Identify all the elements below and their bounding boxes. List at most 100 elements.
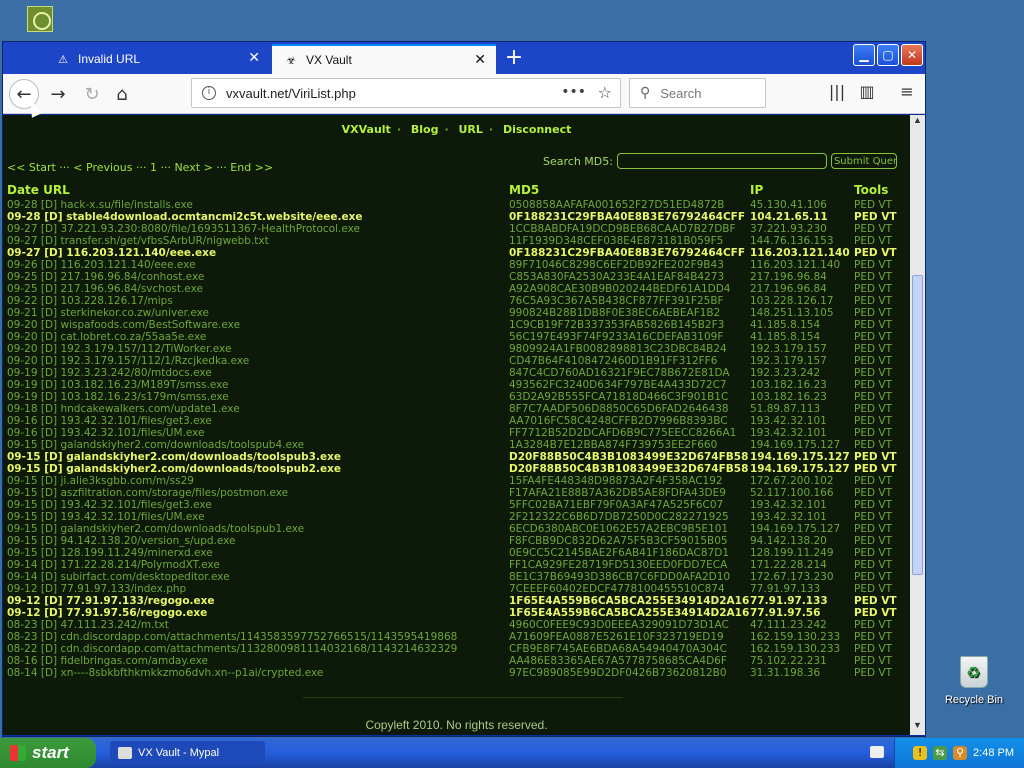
tools-cell[interactable]: PED VT	[854, 247, 904, 259]
scroll-up-arrow[interactable]: ▲	[910, 115, 925, 130]
nav-link-disconnect[interactable]: Disconnect	[503, 123, 571, 136]
url-cell[interactable]: 09-26 [D] 116.203.121.140/eee.exe	[7, 259, 509, 271]
taskbar-item-browser[interactable]: VX Vault - Mypal	[110, 741, 265, 765]
reload-button[interactable]: ↻	[77, 79, 107, 109]
tools-cell[interactable]: PED VT	[854, 367, 904, 379]
url-cell[interactable]: 09-20 [D] cat.lobret.co.za/55aa5e.exe	[7, 331, 509, 343]
url-cell[interactable]: 09-25 [D] 217.196.96.84/svchost.exe	[7, 283, 509, 295]
tools-cell[interactable]: PED VT	[854, 319, 904, 331]
url-cell[interactable]: 09-20 [D] 192.3.179.157/112/1/Rzcjkedka.…	[7, 355, 509, 367]
tools-cell[interactable]: PED VT	[854, 595, 904, 607]
tools-cell[interactable]: PED VT	[854, 607, 904, 619]
url-cell[interactable]: 09-15 [D] aszfiltration.com/storage/file…	[7, 487, 509, 499]
url-cell[interactable]: 09-20 [D] 192.3.179.157/112/TiWorker.exe	[7, 343, 509, 355]
new-tab-button[interactable]: +	[499, 46, 529, 72]
tools-cell[interactable]: PED VT	[854, 415, 904, 427]
tools-cell[interactable]: PED VT	[854, 355, 904, 367]
bookmark-star-icon[interactable]: ☆	[598, 83, 612, 102]
tools-cell[interactable]: PED VT	[854, 391, 904, 403]
url-cell[interactable]: 09-20 [D] wispafoods.com/BestSoftware.ex…	[7, 319, 509, 331]
url-cell[interactable]: 09-25 [D] 217.196.96.84/conhost.exe	[7, 271, 509, 283]
tab-invalid-url[interactable]: ⚠ Invalid URL ✕	[44, 44, 270, 74]
tools-cell[interactable]: PED VT	[854, 211, 904, 223]
pagination[interactable]: << Start ··· < Previous ··· 1 ··· Next >…	[7, 161, 273, 174]
tools-cell[interactable]: PED VT	[854, 295, 904, 307]
info-icon[interactable]: i	[202, 86, 216, 100]
url-cell[interactable]: 09-15 [D] 128.199.11.249/minerxd.exe	[7, 547, 509, 559]
tools-cell[interactable]: PED VT	[854, 271, 904, 283]
close-tab-icon[interactable]: ✕	[474, 52, 486, 68]
minimize-button[interactable]: ▁	[853, 44, 875, 66]
url-cell[interactable]: 09-15 [D] galandskiyher2.com/downloads/t…	[7, 439, 509, 451]
url-cell[interactable]: 09-12 [D] 77.91.97.133/regogo.exe	[7, 595, 509, 607]
tools-cell[interactable]: PED VT	[854, 379, 904, 391]
recycle-bin[interactable]: Recycle Bin	[944, 656, 1004, 706]
tools-cell[interactable]: PED VT	[854, 667, 904, 679]
page-actions-icon[interactable]: •••	[561, 84, 586, 100]
tools-cell[interactable]: PED VT	[854, 427, 904, 439]
menu-icon[interactable]: ≡	[895, 82, 919, 106]
url-cell[interactable]: 09-19 [D] 103.182.16.23/M189T/smss.exe	[7, 379, 509, 391]
url-cell[interactable]: 08-14 [D] xn----8sbkbfthkmkkzmo6dvh.xn--…	[7, 667, 509, 679]
tools-cell[interactable]: PED VT	[854, 307, 904, 319]
address-bar[interactable]: i vxvault.net/ViriList.php ••• ☆	[191, 78, 621, 108]
url-cell[interactable]: 09-14 [D] 171.22.28.214/PolymodXT.exe	[7, 559, 509, 571]
scroll-thumb[interactable]	[912, 275, 923, 575]
url-cell[interactable]: 09-15 [D] galandskiyher2.com/downloads/t…	[7, 523, 509, 535]
search-input[interactable]: ⚲ Search	[629, 78, 766, 108]
url-cell[interactable]: 09-27 [D] 116.203.121.140/eee.exe	[7, 247, 509, 259]
tools-cell[interactable]: PED VT	[854, 343, 904, 355]
scroll-down-arrow[interactable]: ▼	[910, 720, 925, 735]
tools-cell[interactable]: PED VT	[854, 259, 904, 271]
maximize-button[interactable]: ▢	[877, 44, 899, 66]
url-cell[interactable]: 09-22 [D] 103.228.126.17/mips	[7, 295, 509, 307]
url-cell[interactable]: 09-15 [D] 193.42.32.101/files/UM.exe	[7, 511, 509, 523]
submit-query-button[interactable]: Submit Query	[830, 153, 897, 169]
tools-cell[interactable]: PED VT	[854, 535, 904, 547]
url-cell[interactable]: 09-12 [D] 77.91.97.56/regogo.exe	[7, 607, 509, 619]
url-cell[interactable]: 09-21 [D] sterkinekor.co.zw/univer.exe	[7, 307, 509, 319]
url-cell[interactable]: 09-15 [D] galandskiyher2.com/downloads/t…	[7, 451, 509, 463]
close-tab-icon[interactable]: ✕	[248, 50, 260, 66]
security-shield-icon[interactable]: !	[913, 746, 928, 760]
tools-cell[interactable]: PED VT	[854, 487, 904, 499]
tools-cell[interactable]: PED VT	[854, 199, 904, 211]
tools-cell[interactable]: PED VT	[854, 643, 904, 655]
close-window-button[interactable]: ✕	[901, 44, 923, 66]
tools-cell[interactable]: PED VT	[854, 451, 904, 463]
url-cell[interactable]: 08-23 [D] cdn.discordapp.com/attachments…	[7, 631, 509, 643]
library-icon[interactable]: |||	[825, 82, 849, 106]
url-cell[interactable]: 09-12 [D] 77.91.97.133/index.php	[7, 583, 509, 595]
nav-link-url[interactable]: URL	[458, 123, 482, 136]
start-button[interactable]: start	[0, 738, 96, 768]
url-cell[interactable]: 09-14 [D] subirfact.com/desktopeditor.ex…	[7, 571, 509, 583]
tools-cell[interactable]: PED VT	[854, 631, 904, 643]
tools-cell[interactable]: PED VT	[854, 463, 904, 475]
url-cell[interactable]: 08-16 [D] fidelbringas.com/amday.exe	[7, 655, 509, 667]
url-cell[interactable]: 09-19 [D] 192.3.23.242/80/mtdocs.exe	[7, 367, 509, 379]
tools-cell[interactable]: PED VT	[854, 619, 904, 631]
desktop-app-icon[interactable]	[27, 6, 53, 32]
tools-cell[interactable]: PED VT	[854, 235, 904, 247]
tools-cell[interactable]: PED VT	[854, 439, 904, 451]
tools-cell[interactable]: PED VT	[854, 283, 904, 295]
tools-cell[interactable]: PED VT	[854, 499, 904, 511]
url-cell[interactable]: 08-22 [D] cdn.discordapp.com/attachments…	[7, 643, 509, 655]
nav-link-blog[interactable]: Blog	[411, 123, 439, 136]
url-cell[interactable]: 09-15 [D] galandskiyher2.com/downloads/t…	[7, 463, 509, 475]
tools-cell[interactable]: PED VT	[854, 559, 904, 571]
vertical-scrollbar[interactable]: ▲ ▼	[910, 115, 925, 735]
tools-cell[interactable]: PED VT	[854, 331, 904, 343]
url-cell[interactable]: 09-28 [D] hack-x.su/file/installs.exe	[7, 199, 509, 211]
home-button[interactable]: ⌂	[107, 79, 137, 109]
nav-link-vxvault[interactable]: VXVault	[342, 123, 391, 136]
url-cell[interactable]: 09-27 [D] 37.221.93.230:8080/file/169351…	[7, 223, 509, 235]
tools-cell[interactable]: PED VT	[854, 523, 904, 535]
url-cell[interactable]: 08-23 [D] 47.111.23.242/m.txt	[7, 619, 509, 631]
url-cell[interactable]: 09-15 [D] ji.alie3ksgbb.com/m/ss29	[7, 475, 509, 487]
tools-cell[interactable]: PED VT	[854, 571, 904, 583]
tools-cell[interactable]: PED VT	[854, 511, 904, 523]
md5-search-input[interactable]	[616, 153, 827, 169]
tab-vx-vault[interactable]: ☣ VX Vault ✕	[272, 44, 496, 74]
url-cell[interactable]: 09-15 [D] 193.42.32.101/files/get3.exe	[7, 499, 509, 511]
